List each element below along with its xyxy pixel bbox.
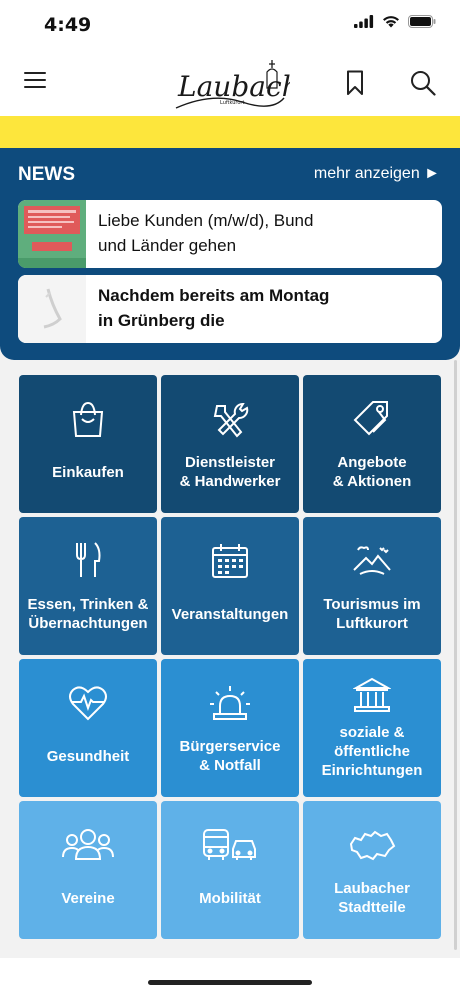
tile-label-line: & Aktionen	[332, 473, 412, 490]
tile-label-line: Vereine	[61, 890, 115, 907]
tile-label-line: Einkaufen	[52, 464, 124, 481]
news-item-line: Nachdem bereits am Montag	[98, 286, 330, 305]
tile-label-line: Luftkurort	[336, 615, 408, 632]
tile-label: Essen, Trinken & Übernachtungen	[23, 595, 153, 633]
tile-label-line: Mobilität	[199, 890, 261, 907]
bookmark-icon[interactable]	[346, 70, 364, 96]
tile-label: soziale & öffentliche Einrichtungen	[307, 723, 437, 780]
tile-label-line: Tourismus im	[323, 596, 421, 613]
tile-label-line: Übernachtungen	[28, 615, 148, 632]
tile-label: Vereine	[23, 889, 153, 908]
tile-mobilitaet[interactable]: Mobilität	[161, 801, 299, 939]
yellow-banner	[0, 116, 460, 148]
tile-label: Bürgerservice & Notfall	[165, 737, 295, 775]
news-thumbnail	[18, 200, 86, 268]
wifi-icon	[383, 16, 399, 28]
news-item-text: Liebe Kunden (m/w/d), Bund und Länder ge…	[98, 208, 428, 258]
shopping-bag-icon	[72, 401, 104, 437]
tile-einkaufen[interactable]: Einkaufen	[19, 375, 157, 513]
svg-text:Laubach: Laubach	[177, 70, 290, 103]
tile-gesundheit[interactable]: Gesundheit	[19, 659, 157, 797]
siren-icon	[210, 686, 250, 720]
news-thumbnail	[18, 275, 86, 343]
status-icons	[354, 15, 436, 28]
tile-buergerservice[interactable]: Bürgerservice & Notfall	[161, 659, 299, 797]
tile-veranstaltungen[interactable]: Veranstaltungen	[161, 517, 299, 655]
app-header: Laubach Luftkurort	[0, 48, 460, 116]
group-icon	[62, 829, 114, 860]
search-icon[interactable]	[410, 70, 436, 96]
tile-label: Veranstaltungen	[165, 605, 295, 624]
news-item-line: und Länder gehen	[98, 236, 237, 255]
news-item[interactable]: Nachdem bereits am Montag in Grünberg di…	[18, 275, 442, 343]
news-section: NEWS mehr anzeigen ► Liebe Kunden (m/w/d…	[0, 148, 460, 360]
tile-label-line: Stadtteile	[338, 899, 406, 916]
news-item-text: Nachdem bereits am Montag in Grünberg di…	[98, 283, 428, 333]
svg-text:Luftkurort: Luftkurort	[220, 100, 244, 106]
building-icon	[353, 677, 391, 712]
tile-label-line: & Notfall	[199, 757, 261, 774]
more-news-link[interactable]: mehr anzeigen ►	[314, 165, 440, 183]
tools-icon	[213, 403, 249, 438]
battery-icon	[408, 15, 436, 28]
tile-label: Tourismus im Luftkurort	[307, 595, 437, 633]
tile-label-line: öffentliche	[334, 743, 410, 760]
tile-label-line: Dienstleister	[184, 454, 276, 471]
tile-soziale-einrichtungen[interactable]: soziale & öffentliche Einrichtungen	[303, 659, 441, 797]
tile-label-line: Gesundheit	[46, 748, 130, 765]
tile-angebote[interactable]: Angebote & Aktionen	[303, 375, 441, 513]
tile-label-line: Angebote	[337, 454, 407, 471]
tile-label-line: Essen, Trinken &	[27, 596, 149, 613]
tile-label-line: Einrichtungen	[321, 762, 423, 779]
tile-label: Gesundheit	[23, 747, 153, 766]
bottom-area	[0, 958, 460, 996]
map-icon	[349, 830, 396, 861]
status-time: 4:49	[44, 14, 92, 36]
scroll-indicator	[454, 360, 457, 950]
tile-label: Mobilität	[165, 889, 295, 908]
calendar-icon	[212, 544, 248, 578]
tile-label-line: Bürgerservice	[179, 738, 281, 755]
laubach-logo: Laubach Luftkurort	[175, 60, 290, 109]
status-bar: 4:49	[0, 0, 460, 48]
tile-vereine[interactable]: Vereine	[19, 801, 157, 939]
hamburger-menu-icon[interactable]	[24, 72, 46, 90]
news-item[interactable]: Liebe Kunden (m/w/d), Bund und Länder ge…	[18, 200, 442, 268]
tag-icon	[353, 401, 388, 436]
tile-label: Dienstleister & Handwerker	[165, 453, 295, 491]
tile-label-line: & Handwerker	[179, 473, 281, 490]
news-item-line: in Grünberg die	[98, 311, 225, 330]
signal-icon	[354, 15, 374, 28]
cutlery-icon	[76, 542, 101, 577]
tile-essen[interactable]: Essen, Trinken & Übernachtungen	[19, 517, 157, 655]
tile-label: Angebote & Aktionen	[307, 453, 437, 491]
news-item-line: Liebe Kunden (m/w/d), Bund	[98, 211, 314, 230]
tile-label-line: soziale &	[339, 724, 405, 741]
tile-label-line: Veranstaltungen	[171, 606, 289, 623]
home-indicator[interactable]	[148, 980, 312, 985]
tile-label-line: Laubacher	[334, 880, 410, 897]
landscape-icon	[353, 546, 391, 575]
vehicles-icon	[203, 829, 256, 860]
tile-label: Laubacher Stadtteile	[307, 879, 437, 917]
tile-tourismus[interactable]: Tourismus im Luftkurort	[303, 517, 441, 655]
tile-stadtteile[interactable]: Laubacher Stadtteile	[303, 801, 441, 939]
tile-label: Einkaufen	[23, 463, 153, 482]
tile-dienstleister[interactable]: Dienstleister & Handwerker	[161, 375, 299, 513]
news-title: NEWS	[18, 164, 75, 185]
heart-icon	[69, 686, 107, 721]
